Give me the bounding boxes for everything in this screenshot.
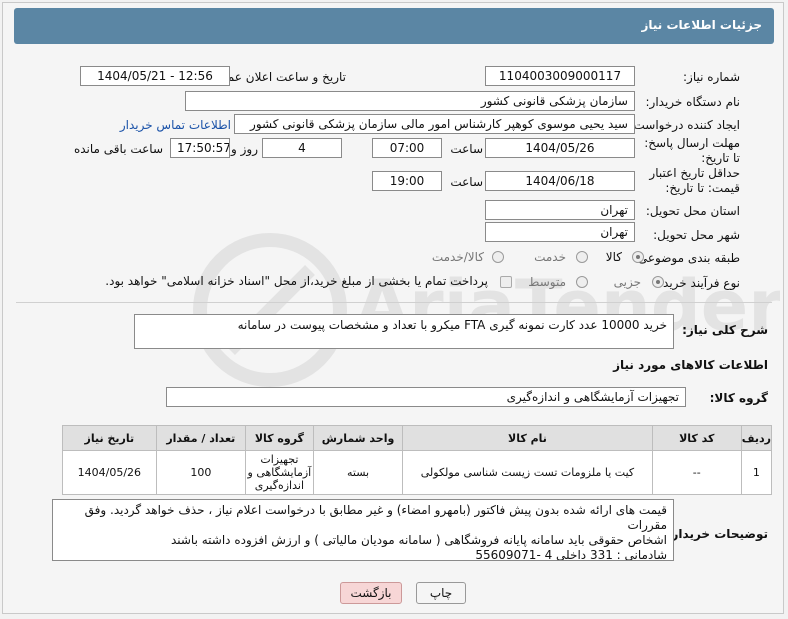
category-service-radio[interactable]	[576, 251, 588, 263]
need-number-field: 1104003009000117	[485, 66, 635, 86]
col-row-header: ردیف	[740, 425, 773, 451]
col-name-header: نام کالا	[402, 425, 653, 451]
cell-name: کیت یا ملزومات تست زیست شناسی مولکولی	[402, 450, 653, 495]
treasury-payment-note: پرداخت تمام یا بخشی از مبلغ خرید،از محل …	[105, 274, 488, 288]
back-button[interactable]: بازگشت	[340, 582, 402, 604]
validity-date-field: 1404/06/18	[485, 171, 635, 191]
col-date-header: تاریخ نیاز	[62, 425, 157, 451]
validity-time-label: ساعت	[450, 175, 483, 189]
description-field: خرید 10000 عدد کارت نمونه گیری FTA میکرو…	[134, 314, 674, 349]
process-medium-label: متوسط	[528, 275, 566, 289]
province-label: استان محل تحویل:	[645, 204, 740, 218]
table-header-row: ردیف کد کالا نام کالا واحد شمارش گروه کا…	[62, 425, 773, 451]
announce-datetime-field: 1404/05/21 - 12:56	[80, 66, 230, 86]
city-label: شهر محل تحویل:	[653, 228, 740, 242]
remaining-time-field: 17:50:57	[170, 138, 230, 158]
category-service-label: خدمت	[534, 250, 566, 264]
col-unit-header: واحد شمارش	[312, 425, 404, 451]
category-goods-radio[interactable]	[632, 251, 644, 263]
reply-date-field: 1404/05/26	[485, 138, 635, 158]
category-both-label: کالا/خدمت	[431, 250, 484, 264]
buyer-notes-line-1: قیمت های ارائه شده بدون پیش فاکتور (بامه…	[84, 503, 667, 532]
buyer-notes-line-2: اشخاص حقوقی باید سامانه پایانه فروشگاهی …	[170, 533, 667, 547]
cell-quantity: 100	[155, 450, 246, 495]
price-validity-label: حداقل تاریخ اعتبار قیمت: تا تاریخ:	[649, 166, 740, 195]
reply-time-label: ساعت	[450, 142, 483, 156]
cell-row-number: 1	[740, 450, 773, 495]
category-goods-label: کالا	[605, 250, 622, 264]
goods-section-title: اطلاعات کالاهای مورد نیاز	[613, 358, 768, 372]
requester-label: ایجاد کننده درخواست:	[629, 118, 740, 132]
col-qty-header: تعداد / مقدار	[155, 425, 246, 451]
col-group-header: گروه کالا	[244, 425, 314, 451]
need-number-label: شماره نیاز:	[683, 70, 740, 84]
category-both-radio[interactable]	[492, 251, 504, 263]
cell-unit: بسته	[312, 450, 404, 495]
page-header: جزئیات اطلاعات نیاز	[14, 8, 774, 44]
cell-need-date: 1404/05/26	[62, 450, 157, 495]
description-label: شرح کلی نیاز:	[682, 323, 768, 337]
process-type-label: نوع فرآیند خرید :	[655, 276, 740, 290]
validity-time-field: 19:00	[372, 171, 442, 191]
buyer-notes-line-3: شادمانی : 331 داخلی 4 -55609071	[475, 548, 667, 561]
section-divider	[16, 302, 772, 303]
process-medium-radio[interactable]	[576, 276, 588, 288]
cell-group: تجهیزات آزمایشگاهی و اندازه‌گیری	[244, 450, 314, 495]
page-title: جزئیات اطلاعات نیاز	[641, 18, 762, 32]
goods-group-label: گروه کالا:	[709, 391, 768, 405]
print-button[interactable]: چاپ	[416, 582, 466, 604]
buyer-notes-field: قیمت های ارائه شده بدون پیش فاکتور (بامه…	[52, 499, 674, 561]
goods-table: ردیف کد کالا نام کالا واحد شمارش گروه کا…	[62, 425, 773, 495]
province-field: تهران	[485, 200, 635, 220]
goods-group-field: تجهیزات آزمایشگاهی و اندازه‌گیری	[166, 387, 686, 407]
process-partial-label: جزیی	[613, 275, 641, 289]
cell-code: --	[651, 450, 742, 495]
requester-field: سید یحیی موسوی کوهپر کارشناس امور مالی س…	[234, 114, 635, 134]
buyer-contact-link[interactable]: اطلاعات تماس خریدار	[120, 118, 231, 132]
reply-time-field: 07:00	[372, 138, 442, 158]
table-row: 1 -- کیت یا ملزومات تست زیست شناسی مولکو…	[62, 450, 773, 495]
col-code-header: کد کالا	[651, 425, 742, 451]
reply-deadline-label: مهلت ارسال پاسخ: تا تاریخ:	[644, 136, 740, 165]
buyer-org-field: سازمان پزشکی قانونی کشور	[185, 91, 635, 111]
treasury-payment-checkbox[interactable]	[500, 276, 512, 288]
process-partial-radio[interactable]	[652, 276, 664, 288]
category-label: طبقه بندی موضوعی:	[633, 251, 740, 265]
days-label: روز و	[231, 142, 258, 156]
buyer-notes-label: توضیحات خریدار:	[666, 527, 768, 541]
buyer-org-label: نام دستگاه خریدار:	[645, 95, 741, 109]
remaining-time-label: ساعت باقی مانده	[73, 142, 163, 156]
city-field: تهران	[485, 222, 635, 242]
days-remaining-field: 4	[262, 138, 342, 158]
